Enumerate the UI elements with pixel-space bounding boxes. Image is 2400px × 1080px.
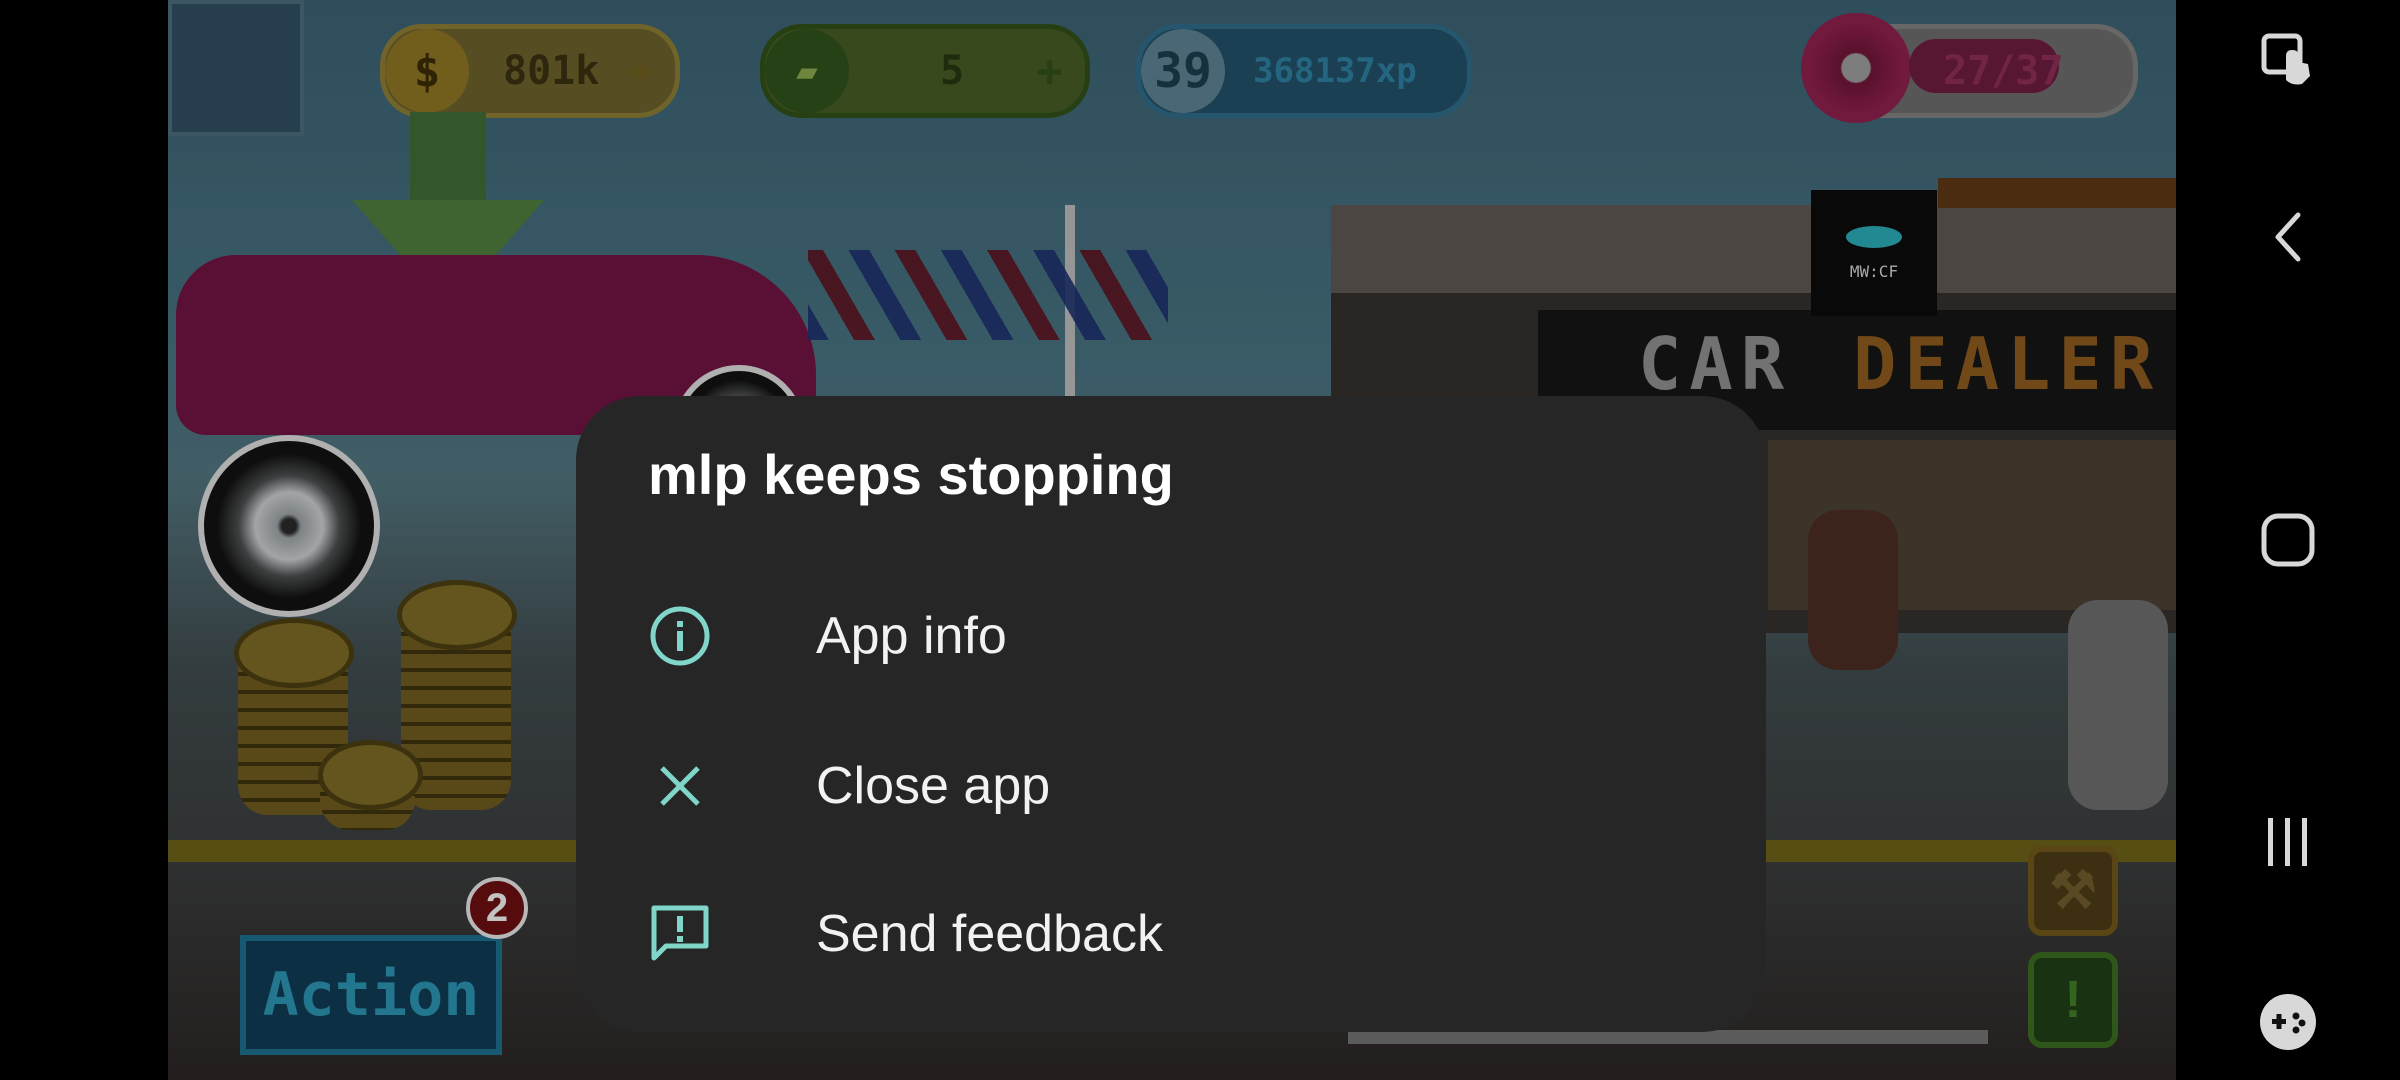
system-navigation-bar bbox=[2176, 0, 2400, 1080]
app-crash-dialog: mlp keeps stopping App info Close app Se… bbox=[576, 396, 1766, 1032]
close-app-option[interactable]: Close app bbox=[576, 716, 1766, 856]
close-app-label: Close app bbox=[816, 757, 1051, 815]
close-icon bbox=[648, 754, 712, 818]
send-feedback-label: Send feedback bbox=[816, 905, 1163, 963]
recents-icon[interactable] bbox=[2256, 810, 2320, 874]
home-icon[interactable] bbox=[2256, 508, 2320, 572]
app-info-label: App info bbox=[816, 607, 1007, 665]
feedback-icon bbox=[648, 902, 712, 966]
back-icon[interactable] bbox=[2256, 205, 2320, 269]
send-feedback-option[interactable]: Send feedback bbox=[576, 864, 1766, 1004]
dialog-title: mlp keeps stopping bbox=[648, 443, 1174, 506]
screen-touch-icon[interactable] bbox=[2256, 28, 2320, 92]
info-icon bbox=[648, 604, 712, 668]
game-launcher-icon[interactable] bbox=[2256, 990, 2320, 1054]
app-info-option[interactable]: App info bbox=[576, 566, 1766, 706]
